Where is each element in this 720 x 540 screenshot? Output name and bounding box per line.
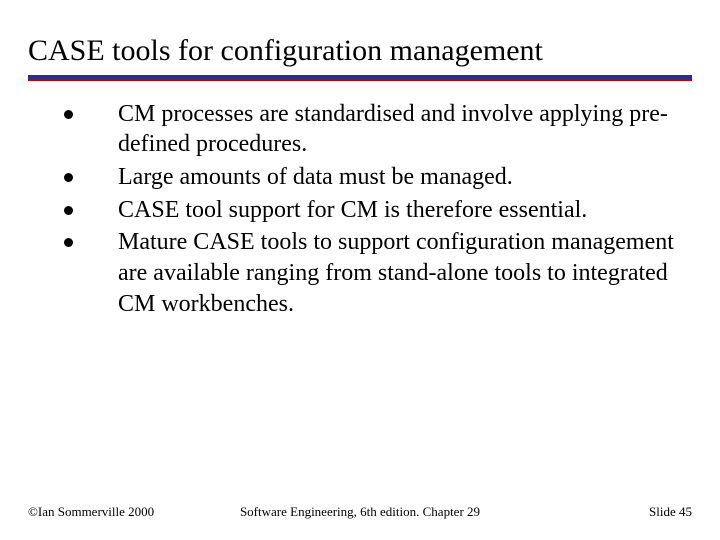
bullet-text: Mature CASE tools to support configurati…: [118, 229, 674, 316]
bullet-list: CM processes are standardised and involv…: [64, 99, 680, 320]
list-item: Large amounts of data must be managed.: [64, 162, 680, 193]
list-item: Mature CASE tools to support configurati…: [64, 227, 680, 319]
body-area: CM processes are standardised and involv…: [0, 81, 720, 320]
list-item: CASE tool support for CM is therefore es…: [64, 195, 680, 226]
footer: ©Ian Sommerville 2000 Software Engineeri…: [0, 504, 720, 520]
slide: CASE tools for configuration management …: [0, 0, 720, 540]
bullet-text: Large amounts of data must be managed.: [118, 164, 513, 190]
bullet-text: CM processes are standardised and involv…: [118, 101, 668, 158]
footer-center: Software Engineering, 6th edition. Chapt…: [0, 504, 720, 520]
bullet-text: CASE tool support for CM is therefore es…: [118, 197, 587, 223]
slide-title: CASE tools for configuration management: [28, 34, 692, 69]
title-area: CASE tools for configuration management: [0, 0, 720, 81]
list-item: CM processes are standardised and involv…: [64, 99, 680, 160]
